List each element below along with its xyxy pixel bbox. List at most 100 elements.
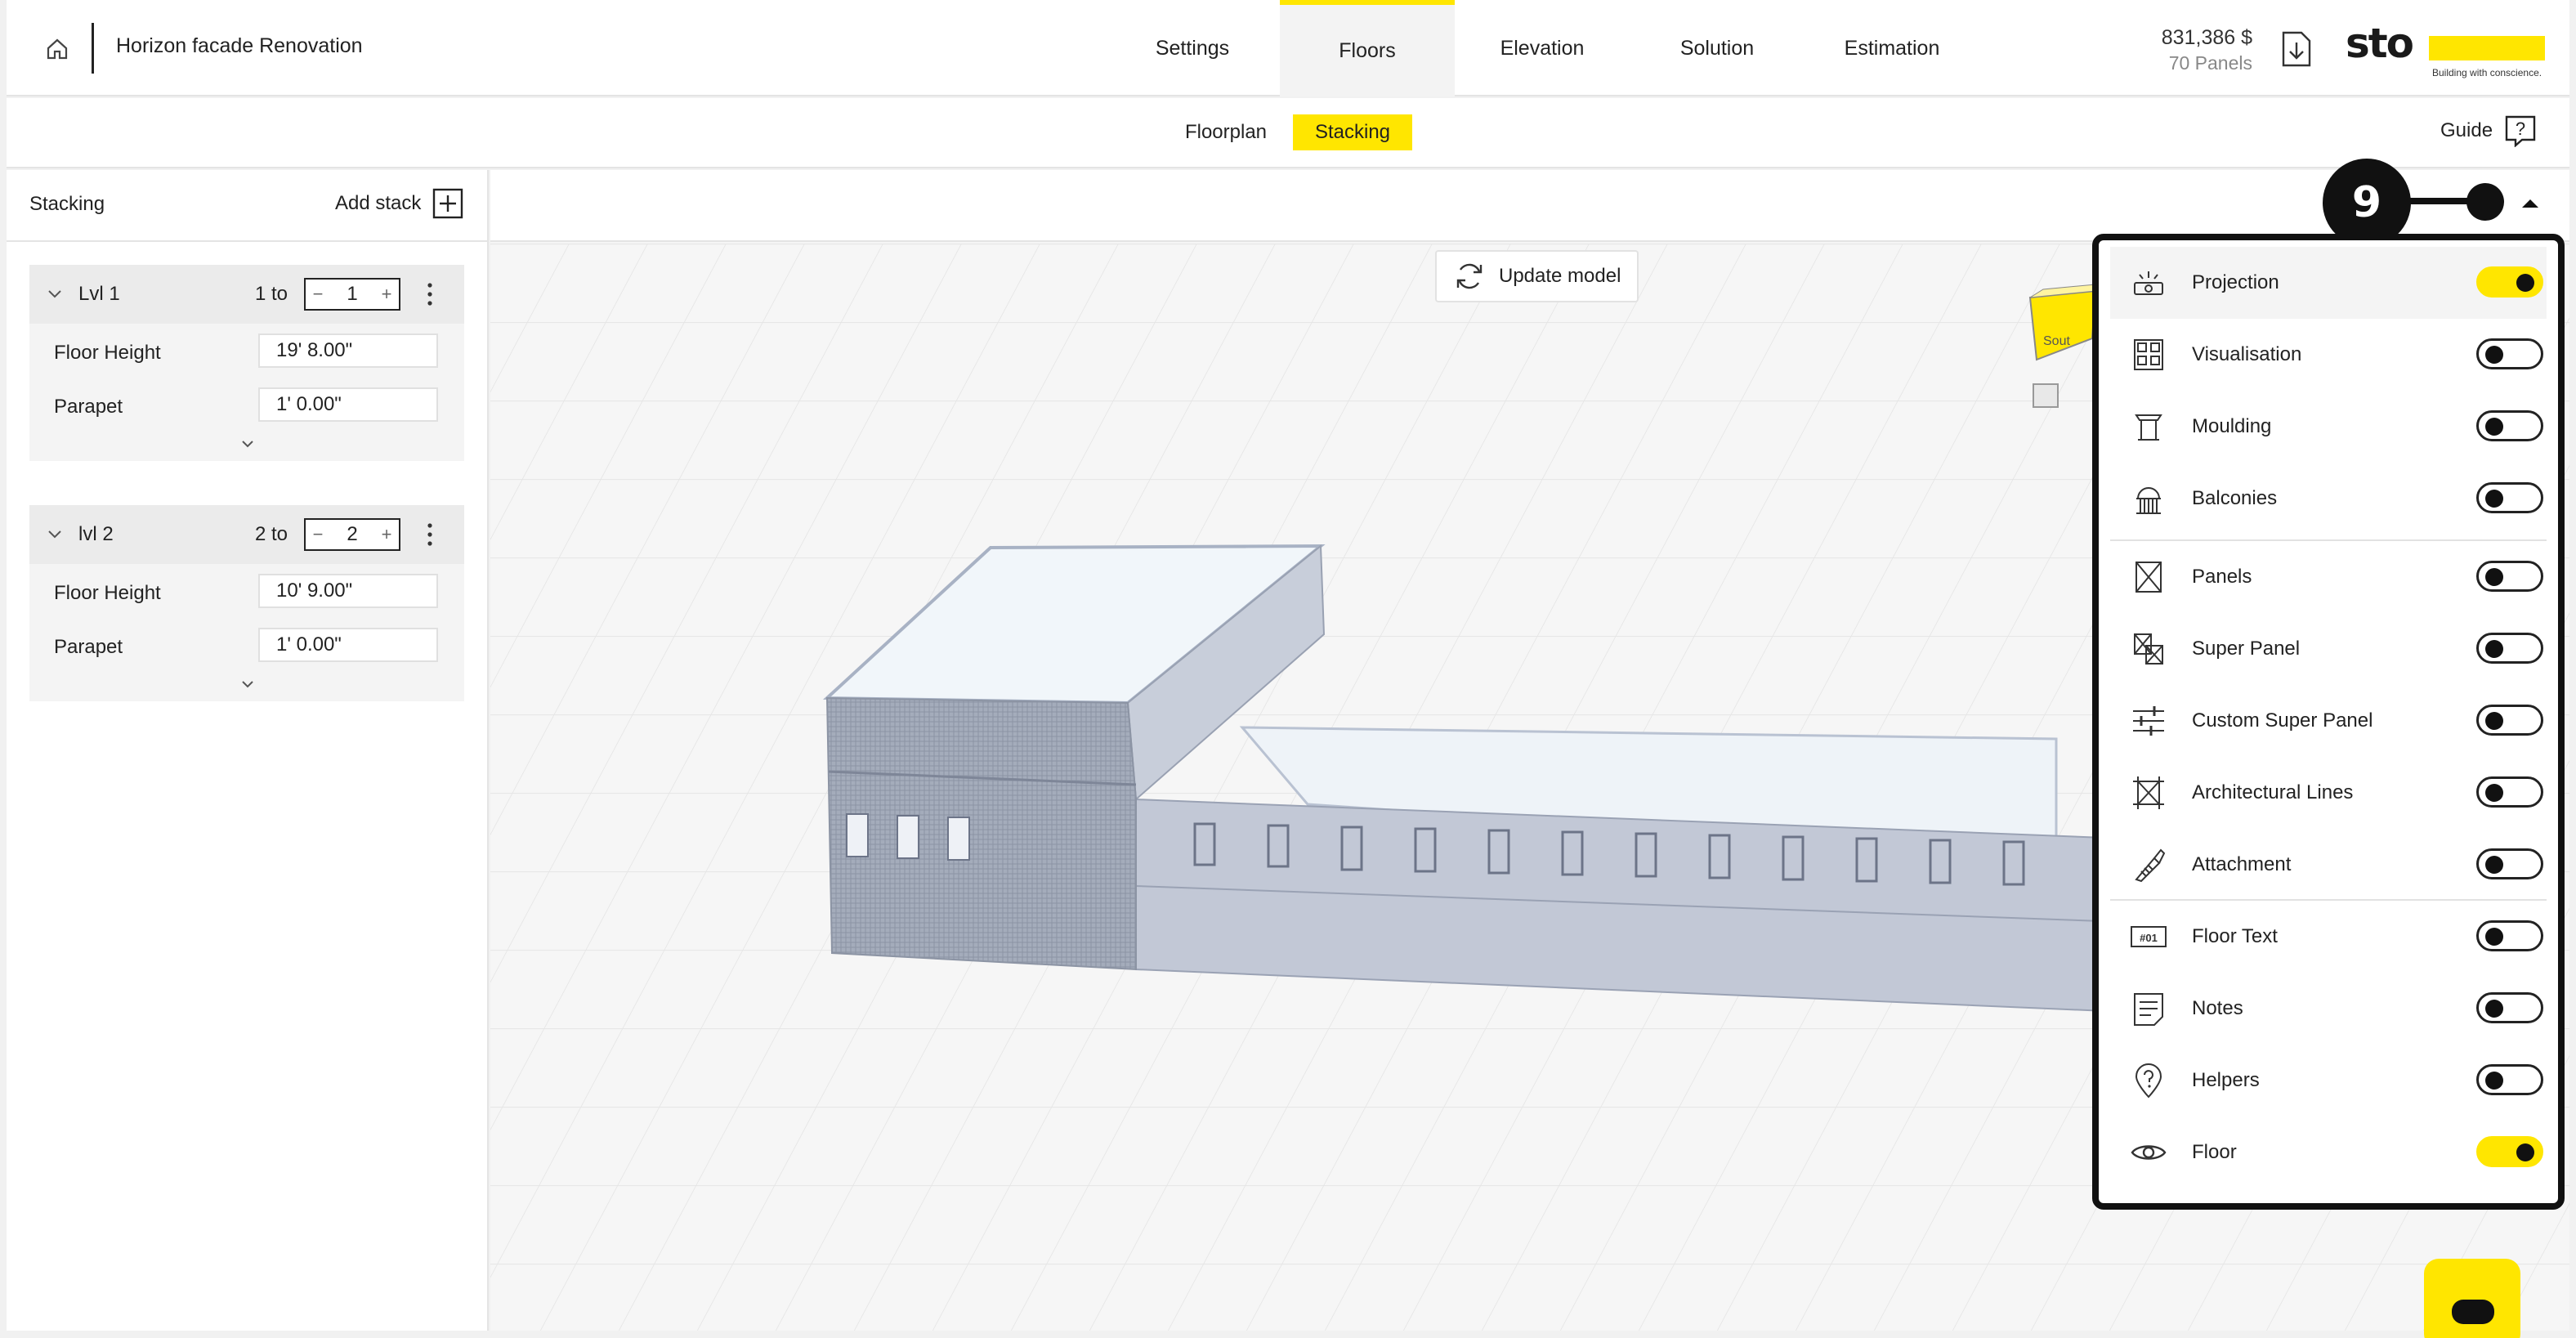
layer-attachment[interactable]: Attachment xyxy=(2110,829,2547,901)
level-stepper[interactable]: − 2 + xyxy=(304,518,400,551)
update-model-button[interactable]: Update model xyxy=(1435,250,1639,302)
callout-dot xyxy=(2466,183,2504,221)
panel-count: 70 Panels xyxy=(2168,52,2252,74)
chevron-down-icon[interactable] xyxy=(46,525,64,543)
layer-label: Floor xyxy=(2192,1141,2237,1163)
tab-floorplan[interactable]: Floorplan xyxy=(1178,114,1273,150)
floor-text-icon: #01 xyxy=(2131,926,2167,947)
svg-text:?: ? xyxy=(2516,119,2525,139)
toggle-knob xyxy=(2516,1143,2534,1161)
tab-estimation[interactable]: Estimation xyxy=(1805,0,1979,96)
brand-accent-bar xyxy=(2429,36,2545,60)
chevron-down-icon[interactable] xyxy=(239,435,257,453)
parapet-label: Parapet xyxy=(54,396,123,418)
toggle-switch[interactable] xyxy=(2476,1136,2543,1167)
architectural-lines-icon xyxy=(2133,776,2164,809)
update-model-label: Update model xyxy=(1499,265,1621,287)
project-title: Horizon facade Renovation xyxy=(116,34,363,57)
layer-floor[interactable]: Floor xyxy=(2110,1116,2547,1188)
balconies-icon xyxy=(2136,487,2161,514)
layer-label: Projection xyxy=(2192,271,2279,293)
toggle-switch[interactable] xyxy=(2476,410,2543,441)
layer-moulding[interactable]: Moulding xyxy=(2110,391,2547,463)
parapet-input[interactable]: 1' 0.00" xyxy=(258,387,438,422)
toggle-switch[interactable] xyxy=(2476,1064,2543,1095)
parapet-row: Parapet 1' 0.00" xyxy=(29,618,464,672)
toggle-switch[interactable] xyxy=(2476,482,2543,513)
layer-architectural-lines[interactable]: Architectural Lines xyxy=(2110,757,2547,829)
toggle-switch[interactable] xyxy=(2476,266,2543,298)
stepper-value[interactable]: 2 xyxy=(330,523,374,546)
price-summary: 831,386 $ 70 Panels xyxy=(2162,25,2252,75)
toggle-knob xyxy=(2485,418,2503,436)
add-stack-button[interactable]: Add stack xyxy=(335,188,463,219)
layer-label: Super Panel xyxy=(2192,638,2301,660)
layer-floor-text[interactable]: #01 Floor Text xyxy=(2110,901,2547,973)
toggle-switch[interactable] xyxy=(2476,338,2543,369)
chevron-down-icon[interactable] xyxy=(46,284,64,302)
level-range-label: 1 to xyxy=(255,283,288,305)
toggle-knob xyxy=(2516,274,2534,292)
layer-label: Notes xyxy=(2192,997,2243,1019)
toggle-switch[interactable] xyxy=(2476,776,2543,808)
level-range-label: 2 to xyxy=(255,523,288,545)
layer-label: Attachment xyxy=(2192,853,2292,875)
floor-height-input[interactable]: 10' 9.00" xyxy=(258,574,438,608)
home-icon[interactable] xyxy=(39,31,75,67)
stepper-value[interactable]: 1 xyxy=(330,283,374,306)
collapse-arrow-icon[interactable] xyxy=(2520,196,2540,209)
toggle-knob xyxy=(2485,346,2503,364)
layer-label: Floor Text xyxy=(2192,925,2278,947)
layer-custom-super-panel[interactable]: Custom Super Panel xyxy=(2110,685,2547,757)
top-bar: Horizon facade Renovation Settings Floor… xyxy=(7,0,2569,96)
increment-button[interactable]: + xyxy=(374,524,399,545)
toggle-knob xyxy=(2485,928,2503,946)
layer-notes[interactable]: Notes xyxy=(2110,973,2547,1045)
floor-height-input[interactable]: 19' 8.00" xyxy=(258,333,438,368)
tab-settings[interactable]: Settings xyxy=(1105,0,1280,96)
parapet-input[interactable]: 1' 0.00" xyxy=(258,628,438,662)
decrement-button[interactable]: − xyxy=(306,524,330,545)
tab-stacking[interactable]: Stacking xyxy=(1293,114,1412,150)
level-header: lvl 2 2 to − 2 + xyxy=(29,505,464,564)
visualisation-icon xyxy=(2134,339,2163,370)
layer-label: Balconies xyxy=(2192,487,2278,509)
increment-button[interactable]: + xyxy=(374,284,399,305)
toggle-knob xyxy=(2485,568,2503,586)
chat-icon xyxy=(2452,1300,2494,1324)
layer-helpers[interactable]: Helpers xyxy=(2110,1045,2547,1116)
toggle-switch[interactable] xyxy=(2476,992,2543,1023)
stacking-title: Stacking xyxy=(29,193,105,215)
layer-visualisation[interactable]: Visualisation xyxy=(2110,319,2547,391)
toggle-switch[interactable] xyxy=(2476,561,2543,592)
download-icon[interactable] xyxy=(2280,29,2313,69)
expand-row xyxy=(29,432,464,461)
chevron-down-icon[interactable] xyxy=(239,675,257,693)
add-stack-label: Add stack xyxy=(335,192,422,214)
layer-super-panel[interactable]: Super Panel xyxy=(2110,613,2547,685)
tab-solution[interactable]: Solution xyxy=(1630,0,1805,96)
toggle-switch[interactable] xyxy=(2476,920,2543,951)
notes-icon xyxy=(2134,993,2163,1026)
more-options-icon[interactable] xyxy=(422,280,438,309)
toggle-switch[interactable] xyxy=(2476,705,2543,736)
tab-floors[interactable]: Floors xyxy=(1280,0,1455,96)
layer-label: Panels xyxy=(2192,566,2252,588)
guide-button[interactable]: Guide ? xyxy=(2440,114,2537,147)
tab-elevation[interactable]: Elevation xyxy=(1455,0,1630,96)
layer-projection[interactable]: Projection xyxy=(2110,247,2547,319)
toggle-switch[interactable] xyxy=(2476,633,2543,664)
sub-navigation: Floorplan Stacking Guide ? xyxy=(7,98,2569,168)
layer-visibility-panel: Projection Visualisation Moulding Balcon… xyxy=(2092,234,2565,1210)
toggle-switch[interactable] xyxy=(2476,848,2543,879)
more-options-icon[interactable] xyxy=(422,520,438,549)
layer-panels[interactable]: Panels xyxy=(2110,541,2547,613)
layer-label: Architectural Lines xyxy=(2192,781,2354,803)
level-stepper[interactable]: − 1 + xyxy=(304,278,400,311)
level-card: Lvl 1 1 to − 1 + Floor Height 19' 8.00" … xyxy=(29,265,464,461)
custom-super-panel-icon xyxy=(2133,706,2164,736)
decrement-button[interactable]: − xyxy=(306,284,330,305)
layer-balconies[interactable]: Balconies xyxy=(2110,463,2547,535)
helpers-icon xyxy=(2135,1063,2162,1099)
chat-button[interactable] xyxy=(2424,1259,2520,1338)
